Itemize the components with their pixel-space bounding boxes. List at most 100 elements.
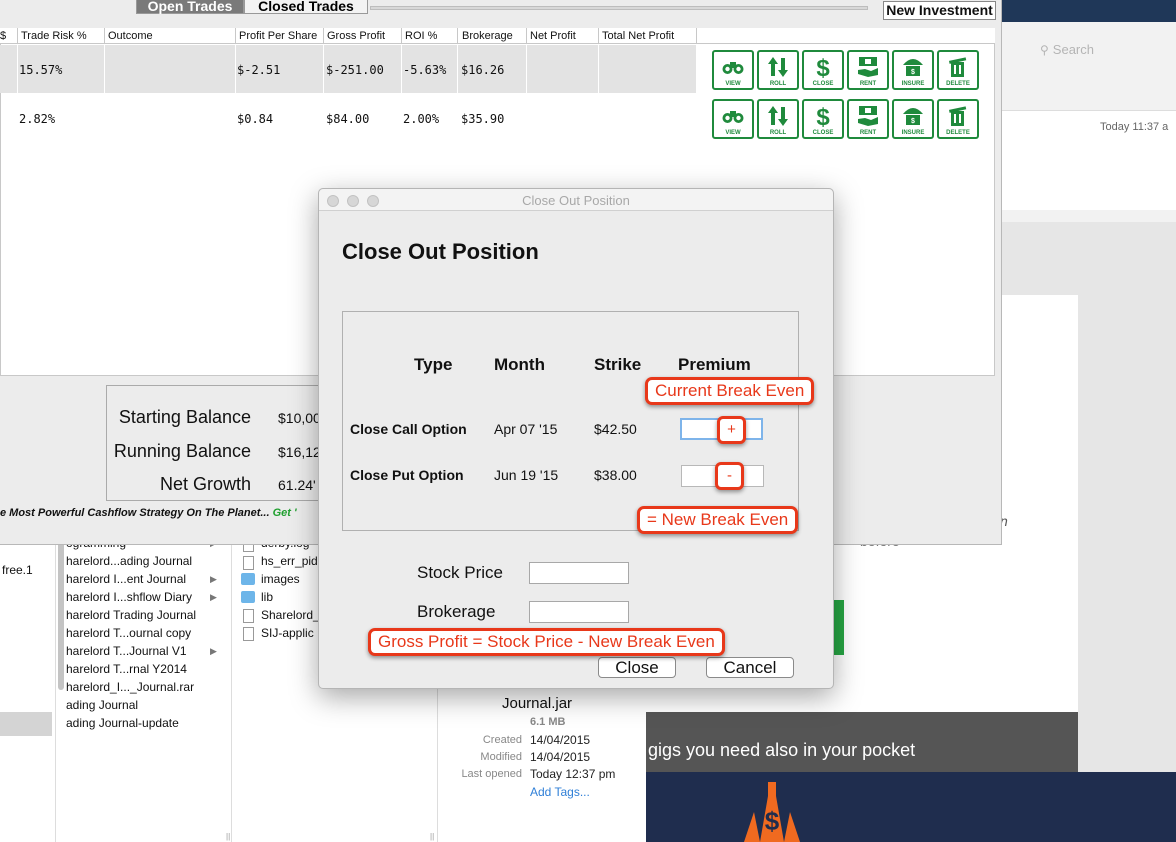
- tab-open-trades[interactable]: Open Trades: [136, 0, 244, 14]
- button-label: ROLL: [769, 81, 787, 87]
- plus-callout: +: [717, 416, 746, 444]
- finder-scrollbar[interactable]: [56, 540, 66, 700]
- put-strike-value: $38.00: [594, 467, 637, 483]
- document-icon: [243, 556, 254, 570]
- column-header[interactable]: Trade Risk %: [21, 30, 87, 42]
- finder-item[interactable]: harelord I...ent Journal: [66, 572, 186, 586]
- header-month: Month: [494, 355, 545, 374]
- umbrella-icon: $: [903, 59, 923, 76]
- cell-roi: 2.00%: [403, 112, 440, 126]
- column-header[interactable]: Net Profit: [530, 30, 576, 42]
- brokerage-input[interactable]: [529, 601, 629, 623]
- finder-item[interactable]: hs_err_pid: [261, 554, 318, 568]
- close-button[interactable]: Close: [598, 657, 676, 678]
- column-resize-handle[interactable]: ||: [226, 832, 230, 841]
- web-page-footer: [646, 772, 1176, 842]
- svg-text:$: $: [765, 806, 780, 836]
- finder-item[interactable]: harelord Trading Journal: [66, 608, 196, 622]
- brokerage-label: Brokerage: [417, 602, 496, 621]
- view-button[interactable]: VIEW: [712, 50, 754, 90]
- dialog-window-title: Close Out Position: [522, 193, 630, 208]
- finder-item[interactable]: harelord...ading Journal: [66, 554, 192, 568]
- finder-item[interactable]: harelord T...ournal copy: [66, 626, 191, 640]
- cell-gross-profit: $-251.00: [326, 63, 384, 77]
- starting-balance-value: $10,00: [278, 410, 321, 426]
- folder-icon: [241, 591, 255, 603]
- column-header[interactable]: Gross Profit: [327, 30, 385, 42]
- finder-item[interactable]: images: [261, 572, 300, 586]
- hand-money-icon: [858, 57, 878, 77]
- finder-item[interactable]: SIJ-applic: [261, 626, 314, 640]
- finder-item[interactable]: ading Journal-update: [66, 716, 179, 730]
- new-investment-button[interactable]: New Investment: [883, 1, 996, 20]
- finder-item[interactable]: lib: [261, 590, 273, 604]
- running-balance-label: Running Balance: [113, 441, 251, 461]
- dialog-heading: Close Out Position: [342, 239, 539, 264]
- finder-item[interactable]: harelord I...shflow Diary: [66, 590, 192, 604]
- svg-text:$: $: [816, 55, 830, 79]
- column-header[interactable]: $: [0, 30, 6, 42]
- column-header[interactable]: Total Net Profit: [602, 30, 674, 42]
- running-balance-value: $16,12: [278, 444, 321, 460]
- up-down-arrows-icon: [768, 57, 788, 77]
- rent-button[interactable]: RENT: [847, 99, 889, 139]
- finder-item[interactable]: harelord_I..._Journal.rar: [66, 680, 194, 694]
- folder-icon: [241, 573, 255, 585]
- search-icon: ⚲: [1040, 43, 1049, 57]
- chevron-right-icon: ▶: [210, 574, 217, 584]
- close-position-button[interactable]: $ CLOSE: [802, 99, 844, 139]
- insure-button[interactable]: $ INSURE: [892, 50, 934, 90]
- current-break-even-callout: Current Break Even: [645, 377, 815, 405]
- cancel-button[interactable]: Cancel: [706, 657, 794, 678]
- trash-icon: [948, 57, 967, 77]
- column-header[interactable]: Profit Per Share: [239, 30, 317, 42]
- column-header[interactable]: Outcome: [108, 30, 153, 42]
- mail-timestamp: Today 11:37 a: [1100, 121, 1169, 133]
- mail-search-field[interactable]: ⚲ Search: [1040, 42, 1170, 62]
- column-header[interactable]: ROI %: [405, 30, 437, 42]
- button-label: ROLL: [769, 130, 787, 136]
- finder-item[interactable]: ading Journal: [66, 698, 138, 712]
- button-label: CLOSE: [812, 130, 834, 136]
- cell-profit-per-share: $-2.51: [237, 63, 281, 77]
- starting-balance-label: Starting Balance: [118, 407, 251, 427]
- delete-button[interactable]: DELETE: [937, 50, 979, 90]
- button-label: INSURE: [901, 81, 925, 87]
- preview-created-label: Created: [482, 734, 522, 746]
- preview-modified-label: Modified: [480, 751, 522, 763]
- stock-price-input[interactable]: [529, 562, 629, 584]
- tab-closed-trades[interactable]: Closed Trades: [244, 0, 368, 14]
- tab-divider: [370, 6, 868, 10]
- finder-column: ogramming ▶ harelord...ading Journal har…: [66, 536, 232, 842]
- preview-file-size: 6.1 MB: [530, 716, 566, 728]
- close-position-button[interactable]: $ CLOSE: [802, 50, 844, 90]
- finder-item[interactable]: harelord T...Journal V1: [66, 644, 187, 658]
- dollar-icon: $: [816, 104, 830, 128]
- finder-item[interactable]: Sharelord_: [261, 608, 320, 622]
- finder-column: [0, 538, 56, 842]
- roll-button[interactable]: ROLL: [757, 50, 799, 90]
- cell-roi: -5.63%: [403, 63, 447, 77]
- rent-button[interactable]: RENT: [847, 50, 889, 90]
- view-button[interactable]: VIEW: [712, 99, 754, 139]
- add-tags-link[interactable]: Add Tags...: [530, 785, 590, 799]
- button-label: DELETE: [946, 130, 970, 136]
- web-page-banner-text: gigs you need also in your pocket: [648, 740, 916, 760]
- finder-item[interactable]: harelord T...rnal Y2014: [66, 662, 187, 676]
- call-month-value: Apr 07 '15: [494, 421, 558, 437]
- close-put-option-label: Close Put Option: [350, 467, 464, 483]
- svg-text:$: $: [911, 69, 915, 76]
- net-growth-label: Net Growth: [159, 474, 251, 494]
- roll-button[interactable]: ROLL: [757, 99, 799, 139]
- umbrella-icon: $: [903, 108, 923, 125]
- column-resize-handle[interactable]: ||: [430, 832, 434, 841]
- insure-button[interactable]: $ INSURE: [892, 99, 934, 139]
- finder-selected-row[interactable]: [0, 712, 52, 736]
- cell-gross-profit: $84.00: [326, 112, 370, 126]
- finder-item[interactable]: free.1: [2, 563, 33, 577]
- tagline-link[interactable]: Get ': [273, 507, 297, 519]
- button-label: RENT: [859, 130, 877, 136]
- delete-button[interactable]: DELETE: [937, 99, 979, 139]
- stock-price-label: Stock Price: [417, 563, 503, 582]
- column-header[interactable]: Brokerage: [462, 30, 513, 42]
